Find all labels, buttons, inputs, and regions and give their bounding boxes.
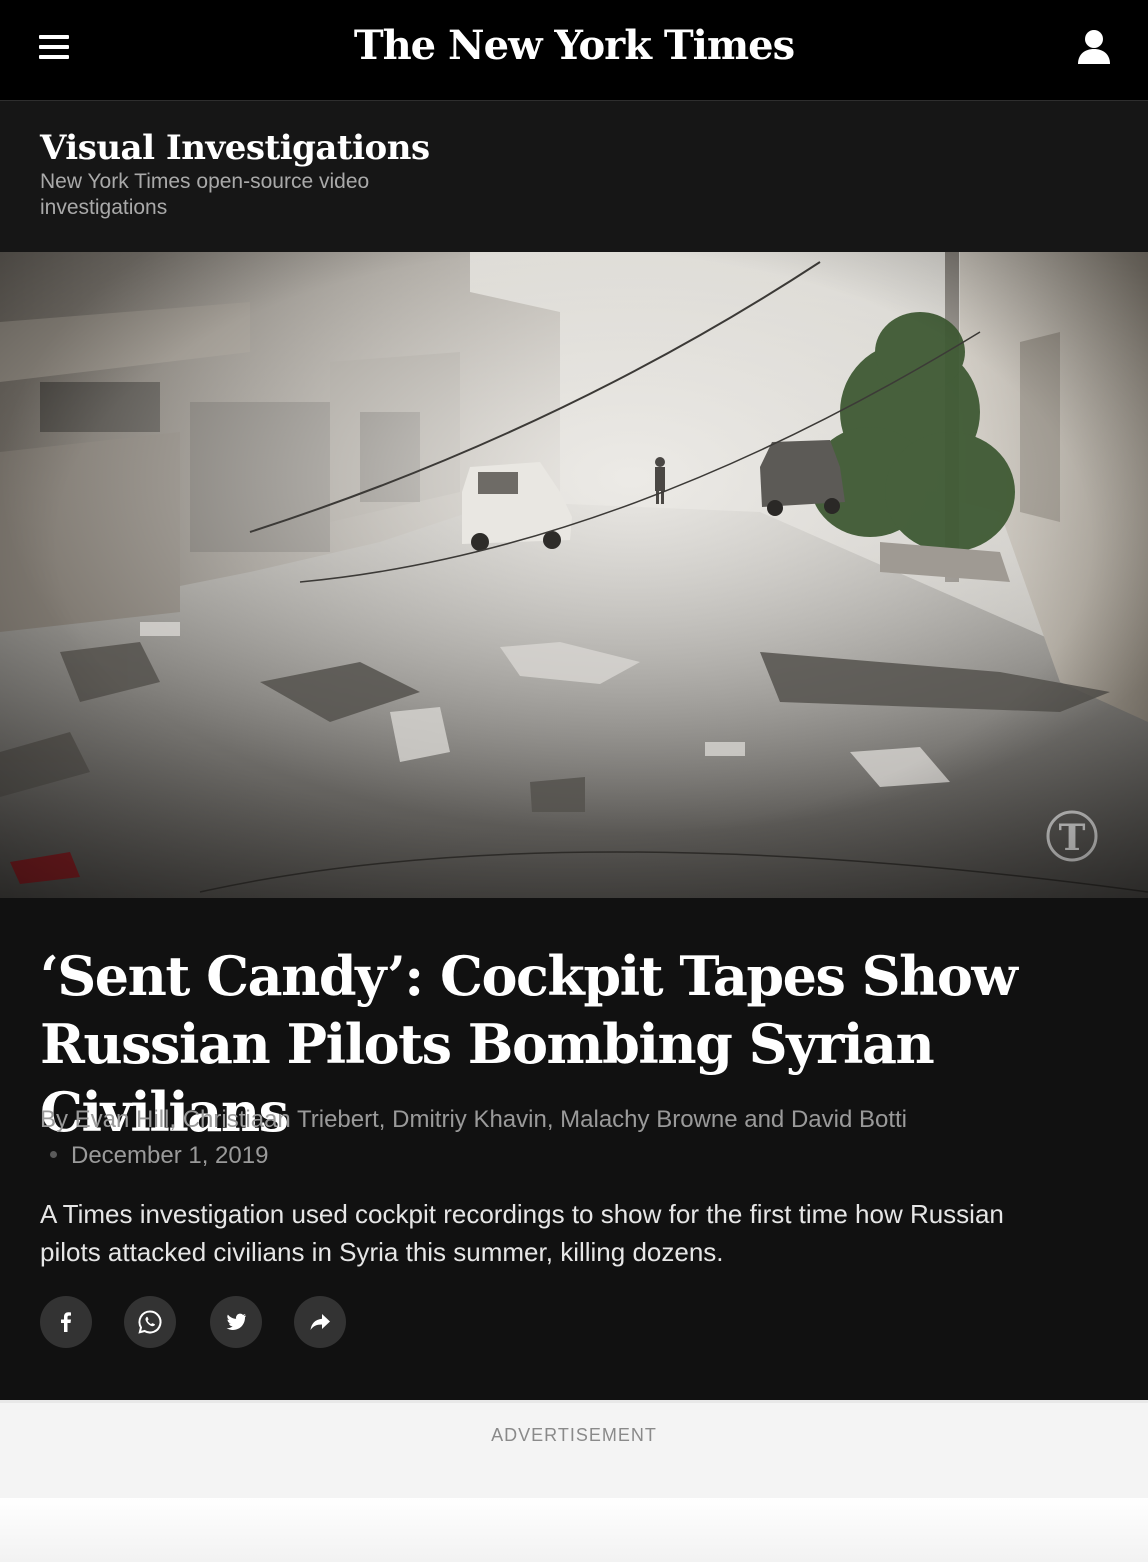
section-header: Visual Investigations New York Times ope… xyxy=(0,101,1148,252)
nyt-logo[interactable]: The New York Times xyxy=(0,16,1148,76)
advertisement-slot: ADVERTISEMENT xyxy=(0,1400,1148,1498)
hero-image[interactable]: T xyxy=(0,252,1148,898)
facebook-icon xyxy=(61,1312,71,1332)
whatsapp-icon xyxy=(138,1310,162,1334)
bullet-dot xyxy=(50,1151,57,1159)
share-arrow-icon xyxy=(310,1314,330,1330)
whatsapp-share-button[interactable] xyxy=(124,1296,176,1348)
below-fold-content xyxy=(0,1498,1148,1562)
user-account-icon[interactable] xyxy=(1076,28,1112,66)
byline-authors: By Evan Hill, Christiaan Triebert, Dmitr… xyxy=(40,1106,907,1133)
hero-image-illustration: T xyxy=(0,252,1148,898)
section-title[interactable]: Visual Investigations xyxy=(40,126,430,170)
masthead: The New York Times xyxy=(0,0,1148,101)
twitter-share-button[interactable] xyxy=(210,1296,262,1348)
publish-date: December 1, 2019 xyxy=(71,1142,269,1169)
section-subtitle: New York Times open-source video investi… xyxy=(40,170,370,219)
article-summary: A Times investigation used cockpit recor… xyxy=(40,1199,1004,1267)
advertisement-label: ADVERTISEMENT xyxy=(491,1425,657,1445)
byline: By Evan Hill, Christiaan Triebert, Dmitr… xyxy=(40,1102,1100,1174)
article-header: ‘Sent Candy’: Cockpit Tapes Show Russian… xyxy=(0,898,1148,1400)
facebook-share-button[interactable] xyxy=(40,1296,92,1348)
twitter-icon xyxy=(226,1313,246,1330)
more-share-button[interactable] xyxy=(294,1296,346,1348)
